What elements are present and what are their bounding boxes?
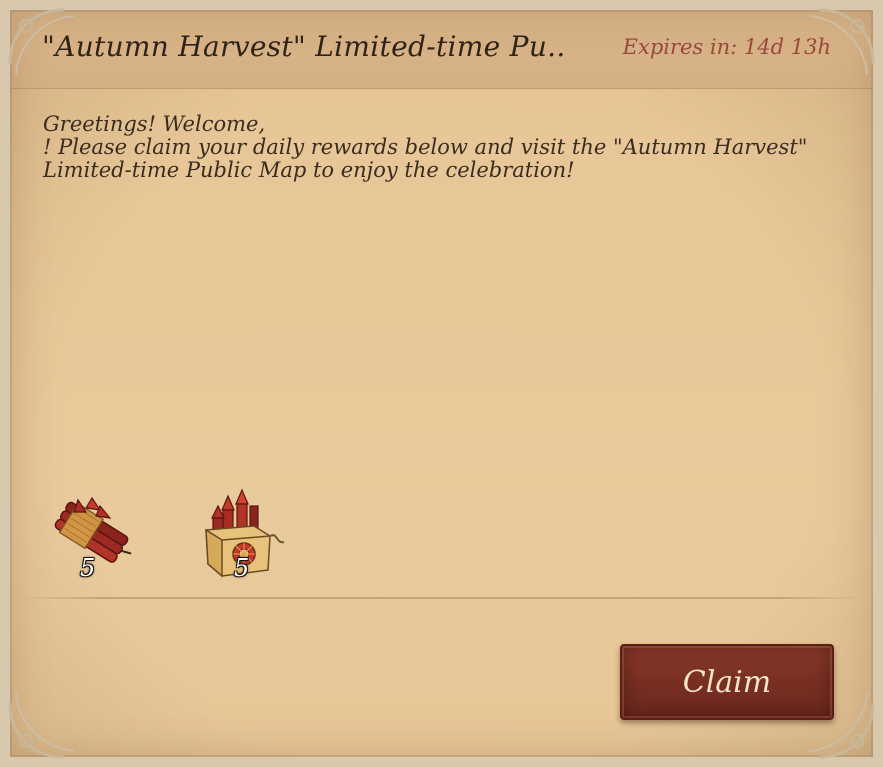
mail-body-line: ! Please claim your daily rewards below … bbox=[43, 135, 808, 159]
mail-body-line: Limited-time Public Map to enjoy the cel… bbox=[43, 158, 575, 182]
corner-ornament-icon bbox=[8, 692, 75, 759]
expiry-timer: Expires in: 14d 13h bbox=[622, 35, 831, 59]
claim-button[interactable]: Claim bbox=[620, 644, 834, 720]
reward-quantity: 5 bbox=[234, 554, 250, 582]
reward-quantity: 5 bbox=[80, 554, 96, 582]
divider bbox=[20, 597, 863, 599]
mail-header: "Autumn Harvest" Limited-time Pu.. Expir… bbox=[10, 10, 873, 89]
reward-item[interactable]: 5 bbox=[40, 488, 136, 584]
mail-body: Greetings! Welcome, ! Please claim your … bbox=[43, 113, 823, 182]
mail-body-line: Greetings! Welcome, bbox=[43, 112, 266, 136]
mail-title: "Autumn Harvest" Limited-time Pu.. bbox=[42, 30, 566, 63]
reward-item[interactable]: 5 bbox=[198, 488, 294, 584]
mail-panel: "Autumn Harvest" Limited-time Pu.. Expir… bbox=[0, 0, 883, 767]
